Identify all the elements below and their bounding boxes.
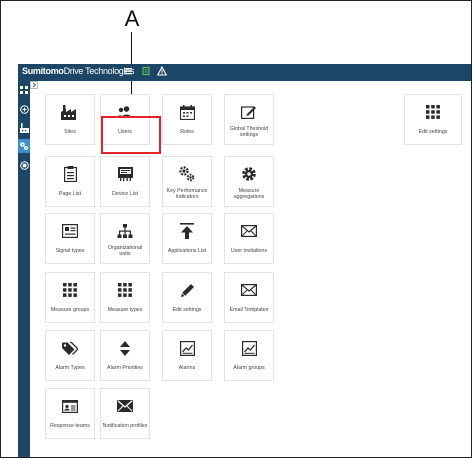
tile-device-list[interactable]: Device List [100,156,150,207]
tile-alarm-priorities[interactable]: Alarm Priorities [100,330,150,381]
leaf-icon[interactable] [140,66,152,78]
tile-measure-types[interactable]: Measure types [100,272,150,323]
sort-icon [101,340,149,356]
left-sidebar [18,81,30,457]
tile-label: User invitations [230,248,268,254]
tile-label: Email Templates [229,307,269,313]
grid-icon [405,104,461,120]
tile-alarms[interactable]: Alarms [162,330,212,381]
tile-users[interactable]: Users [100,94,150,145]
tile-label: Alarm Types [55,365,85,371]
envelope-icon [225,223,273,239]
tile-label: Edit settings [418,129,448,135]
grid-icon [46,282,94,298]
device-icon [101,166,149,182]
tile-label: Measure aggregations [233,188,265,200]
grid-icon[interactable] [19,86,29,96]
tile-label: Signal types [55,248,85,254]
warning-icon[interactable] [156,65,168,78]
plus-circle-icon[interactable] [19,105,29,115]
tile-label: Response teams [50,423,90,429]
gear-icon [225,166,273,182]
tile-label: Page List [58,191,82,197]
tile-measure-groups[interactable]: Measure groups [45,272,95,323]
tile-global-threshold[interactable]: Global Theshold settings [224,94,274,145]
tile-response-teams[interactable]: Response teams [45,388,95,439]
tile-edit-settings[interactable]: Edit settings [162,272,212,323]
upload-icon [163,223,211,239]
tile-label: Organizational units [107,245,143,257]
tile-user-invitations[interactable]: User invitations [224,213,274,264]
factory-icon[interactable] [19,123,29,133]
tile-email-templates[interactable]: Email Templates [224,272,274,323]
tag-icon [46,340,94,356]
tile-sites[interactable]: Sites [45,94,95,145]
pencil-icon [163,282,211,298]
envelope-icon [225,282,273,298]
tile-roles[interactable]: Roles [162,94,212,145]
signal-icon [46,223,94,239]
tile-kpi[interactable]: Key Performance Indicators [162,156,212,207]
tile-notification-profiles[interactable]: Notification profiles [100,388,150,439]
box-icon[interactable] [19,161,29,171]
cogs-icon [163,166,211,182]
grid-icon [101,282,149,298]
tile-label: Global Theshold settings [229,126,269,138]
chart-box-icon [225,340,273,356]
tile-alarm-groups[interactable]: Alarm groups [224,330,274,381]
tile-measure-aggregations[interactable]: Measure aggregations [224,156,274,207]
callout-label: A [124,6,140,31]
tile-label: Users [118,129,132,135]
tile-label: Device List [112,191,138,197]
tile-label: Measure types [107,307,143,313]
tile-page-list[interactable]: Page List [45,156,95,207]
tile-label: Applications List [167,248,207,254]
tile-signal-types[interactable]: Signal types [45,213,95,264]
tile-applications-list[interactable]: Applications List [162,213,212,264]
tile-org-units[interactable]: Organizational units [100,213,150,264]
brand-logo: SumitomoDrive Technologies [22,66,134,76]
edit-box-icon [225,104,273,120]
top-bar: SumitomoDrive Technologies [18,64,471,81]
factory-icon [46,104,94,120]
tile-label: Key Performance Indicators [166,188,208,200]
tile-label: Roles [180,129,194,135]
id-card-icon [46,398,94,414]
tile-label: Measure groups [50,307,90,313]
page-list-icon [46,166,94,182]
org-chart-icon [101,223,149,239]
collapse-sidebar-button[interactable] [30,81,38,89]
envelope-filled-icon [101,398,149,414]
tile-alarm-types[interactable]: Alarm Types [45,330,95,381]
brand-bold: Sumitomo [22,66,64,76]
tile-edit-settings-top[interactable]: Edit settings [404,94,462,145]
tile-label: Alarm groups [233,365,265,371]
tile-label: Alarms [178,365,196,371]
chart-box-icon [163,340,211,356]
tile-label: Edit settings [172,307,202,313]
gears-icon[interactable] [19,141,29,151]
menu-icon[interactable] [122,66,134,78]
tile-label: Sites [64,129,76,135]
roles-icon [163,104,211,120]
tile-label: Notification profiles [102,423,148,429]
tile-label: Alarm Priorities [107,365,143,371]
users-icon [101,104,149,120]
